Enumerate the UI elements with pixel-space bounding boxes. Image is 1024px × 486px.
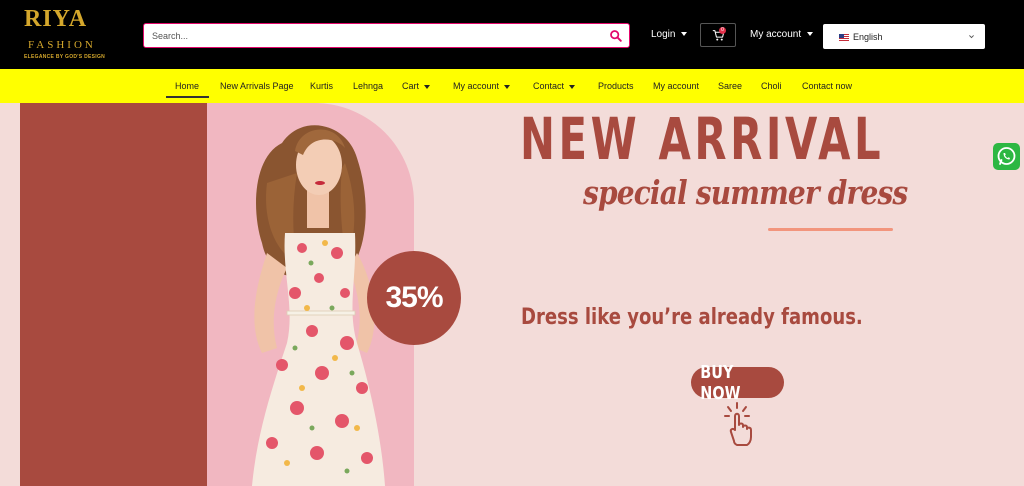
nav-item-label: Contact <box>533 81 565 91</box>
nav-item-products[interactable]: Products <box>598 81 634 91</box>
login-label: Login <box>651 29 676 40</box>
caret-down-icon <box>807 32 814 37</box>
buy-now-button[interactable]: BUY NOW <box>691 362 784 404</box>
nav-item-contact[interactable]: Contact <box>533 81 576 91</box>
nav-item-contact-now[interactable]: Contact now <box>802 81 852 91</box>
search-input[interactable] <box>144 24 584 47</box>
nav-item-new-arrivals[interactable]: New Arrivals Page <box>220 81 294 91</box>
decorative-bar <box>20 103 207 486</box>
chevron-down-icon <box>969 35 974 39</box>
nav-item-label: My account <box>453 81 500 91</box>
accent-divider <box>768 228 893 231</box>
whatsapp-button[interactable] <box>993 143 1020 170</box>
nav-item-my-account[interactable]: My account <box>453 81 511 91</box>
search-bar <box>143 23 630 48</box>
nav-item-saree[interactable]: Saree <box>718 81 742 91</box>
cart-button[interactable]: 0 <box>700 23 736 47</box>
nav-item-my-account-2[interactable]: My account <box>653 81 699 91</box>
active-nav-indicator <box>166 96 209 98</box>
language-label: English <box>853 32 883 42</box>
caret-down-icon <box>504 84 511 89</box>
hero-headline: NEW ARRIVAL <box>520 105 885 173</box>
us-flag-icon <box>839 34 849 41</box>
site-header: RIYA FASHION ELEGANCE BY GOD'S DESIGN Lo… <box>0 0 1024 69</box>
nav-item-choli[interactable]: Choli <box>761 81 782 91</box>
login-menu[interactable]: Login <box>651 29 688 40</box>
caret-down-icon <box>424 84 431 89</box>
buy-now-label: BUY NOW <box>700 361 741 404</box>
nav-item-kurtis[interactable]: Kurtis <box>310 81 333 91</box>
nav-item-cart[interactable]: Cart <box>402 81 431 91</box>
cart-count-badge: 0 <box>719 27 726 34</box>
discount-badge: 35% <box>367 251 461 345</box>
whatsapp-icon <box>997 147 1016 165</box>
hero-banner: 35% NEW ARRIVAL special summer dress Dre… <box>0 103 1024 486</box>
logo-subtitle: FASHION <box>28 39 96 51</box>
main-nav: Home New Arrivals Page Kurtis Lehnga Car… <box>0 69 1024 103</box>
hero-subheadline: special summer dress <box>583 173 908 212</box>
logo-wordmark: RIYA <box>24 6 88 32</box>
caret-down-icon <box>681 32 688 37</box>
nav-item-label: Cart <box>402 81 420 91</box>
pointing-hand-icon <box>724 402 752 446</box>
brand-logo[interactable]: RIYA FASHION ELEGANCE BY GOD'S DESIGN <box>24 6 116 62</box>
caret-down-icon <box>569 84 576 89</box>
account-menu[interactable]: My account <box>750 29 814 40</box>
search-icon[interactable] <box>609 29 623 43</box>
hero-tagline: Dress like you’re already famous. <box>521 305 863 330</box>
language-select[interactable]: English <box>823 24 985 49</box>
account-label: My account <box>750 29 802 40</box>
nav-item-lehnga[interactable]: Lehnga <box>353 81 383 91</box>
nav-item-home[interactable]: Home <box>175 81 199 91</box>
logo-tagline: ELEGANCE BY GOD'S DESIGN <box>24 54 106 60</box>
